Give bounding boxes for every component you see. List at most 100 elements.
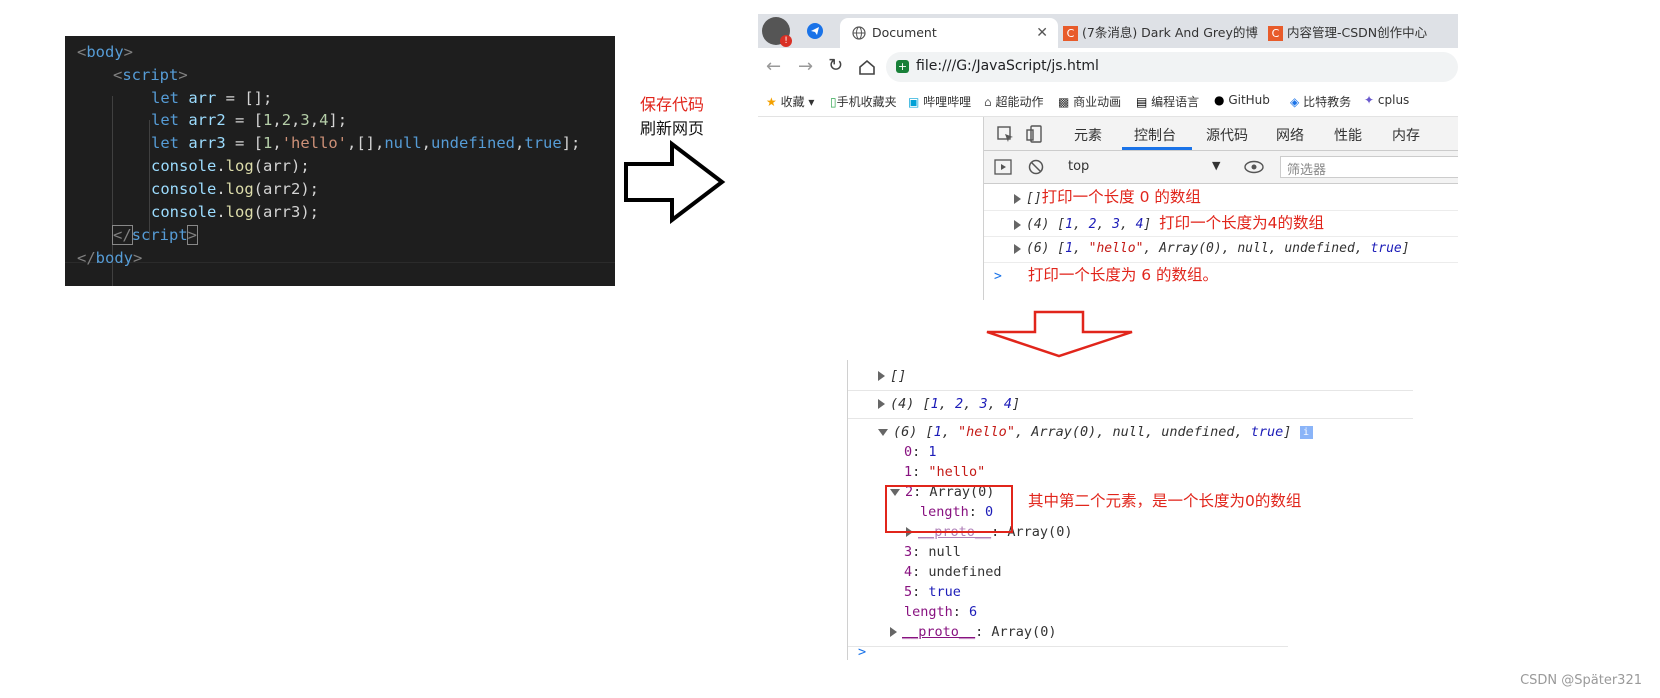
tv-icon: ▣ bbox=[908, 95, 920, 109]
devtools-tabs: 元素 控制台 源代码 网络 性能 内存 bbox=[984, 117, 1458, 151]
console-row-empty[interactable]: [] bbox=[878, 366, 906, 386]
code-line-body-close: </body> bbox=[77, 249, 143, 267]
devtools-tab-performance[interactable]: 性能 bbox=[1334, 125, 1362, 145]
forward-icon[interactable]: → bbox=[798, 56, 813, 77]
expand-icon[interactable] bbox=[1014, 243, 1021, 254]
console-filter-input[interactable]: 筛选器 bbox=[1280, 156, 1458, 178]
console-toolbar: top ▼ 筛选器 bbox=[984, 151, 1458, 184]
devtools-tab-console[interactable]: 控制台 bbox=[1134, 125, 1176, 145]
code-line-arr3: let arr3 = [1,'hello',[],null,undefined,… bbox=[151, 134, 581, 152]
address-bar[interactable]: + file:///G:/JavaScript/js.html bbox=[886, 52, 1458, 82]
console-row-arr2[interactable]: (4) [1, 2, 3, 4] bbox=[878, 394, 1020, 414]
expand-icon[interactable] bbox=[890, 627, 897, 637]
code-line-log-arr2: console.log(arr2); bbox=[151, 180, 319, 198]
reload-icon[interactable]: ↻ bbox=[828, 55, 843, 76]
bookmark-bite[interactable]: ◈ 比特教务 bbox=[1290, 93, 1351, 110]
clear-console-icon[interactable] bbox=[1028, 159, 1044, 175]
device-toolbar-icon[interactable] bbox=[1026, 124, 1044, 144]
separator bbox=[848, 418, 1413, 419]
expand-icon[interactable] bbox=[878, 371, 885, 381]
toolbar: ← → ↻ + file:///G:/JavaScript/js.html bbox=[758, 48, 1458, 86]
code-line-arr: let arr = []; bbox=[151, 89, 273, 107]
prop-0: 0: 1 bbox=[904, 444, 937, 460]
devtools-tab-memory[interactable]: 内存 bbox=[1392, 125, 1420, 145]
nested-array-note: 其中第二个元素，是一个长度为0的数组 bbox=[1028, 492, 1302, 510]
inspect-element-icon[interactable] bbox=[996, 125, 1014, 143]
tab-csdn-content[interactable]: C 内容管理-CSDN创作中心 bbox=[1268, 18, 1458, 48]
tab-csdn-messages[interactable]: C (7条消息) Dark And Grey的博 bbox=[1063, 18, 1263, 48]
code-icon: ▤ bbox=[1136, 95, 1148, 109]
expand-icon[interactable] bbox=[1014, 193, 1021, 204]
devtools-panel: 元素 控制台 源代码 网络 性能 内存 top ▼ 筛选器 []打印一个长度 0… bbox=[983, 117, 1458, 300]
bookmark-programming[interactable]: ▤ 编程语言 bbox=[1136, 93, 1199, 110]
console-row-empty[interactable]: []打印一个长度 0 的数组 bbox=[984, 184, 1458, 211]
bookmark-github[interactable]: ● GitHub bbox=[1214, 93, 1270, 107]
save-code-label: 保存代码 bbox=[640, 95, 705, 114]
phone-icon: ▯ bbox=[830, 95, 837, 109]
tab-strip: ! Document ✕ C (7条消息) Dark And Grey的博 C 内容… bbox=[758, 14, 1458, 48]
code-line-log-arr3: console.log(arr3); bbox=[151, 203, 319, 221]
back-icon[interactable]: ← bbox=[766, 56, 781, 77]
bookmarks-bar: ★ 收藏 ▾ ▯手机收藏夹 ▣ 哔哩哔哩 ⌂ 超能动作 ▩ 商业动画 ▤ 编程语… bbox=[758, 86, 1458, 117]
info-icon[interactable]: i bbox=[1299, 425, 1313, 439]
expand-icon[interactable] bbox=[878, 399, 885, 409]
tab-title: Document bbox=[872, 25, 937, 40]
eye-icon[interactable] bbox=[1244, 160, 1264, 174]
right-arrow-icon bbox=[624, 140, 726, 224]
url-text: file:///G:/JavaScript/js.html bbox=[916, 58, 1099, 74]
bookmark-anime[interactable]: ⌂ 超能动作 bbox=[984, 93, 1043, 110]
tab-document[interactable]: Document ✕ bbox=[840, 18, 1058, 48]
expand-icon[interactable] bbox=[1014, 219, 1021, 230]
browser-window: ! Document ✕ C (7条消息) Dark And Grey的博 C 内容… bbox=[758, 14, 1458, 300]
code-editor: <body> <script> let arr = []; let arr2 =… bbox=[65, 36, 615, 286]
context-dropdown-icon[interactable]: ▼ bbox=[1212, 159, 1220, 172]
home-icon[interactable] bbox=[858, 58, 876, 76]
highlight-box bbox=[885, 485, 1013, 533]
console-row-arr3[interactable]: (6) [1, "hello", Array(0), null, undefin… bbox=[878, 422, 1313, 442]
separator bbox=[848, 646, 1288, 647]
watermark: CSDN @Später321 bbox=[1520, 673, 1642, 688]
devtools-tab-sources[interactable]: 源代码 bbox=[1206, 125, 1248, 145]
bookmark-favorites[interactable]: ★ 收藏 ▾ bbox=[766, 93, 814, 110]
current-line-highlight bbox=[65, 262, 615, 286]
bookmark-icon: ◈ bbox=[1290, 95, 1300, 109]
image-icon: ▩ bbox=[1058, 95, 1070, 109]
telegram-icon[interactable] bbox=[806, 22, 824, 40]
bookmark-mobile[interactable]: ▯手机收藏夹 bbox=[830, 93, 897, 110]
bookmark-bilibili[interactable]: ▣ 哔哩哔哩 bbox=[908, 93, 971, 110]
prop-proto[interactable]: __proto__: Array(0) bbox=[890, 622, 1056, 642]
csdn-logo-icon: C bbox=[1063, 26, 1078, 41]
github-icon: ● bbox=[1214, 93, 1225, 107]
star-icon: ★ bbox=[766, 95, 777, 109]
globe-icon bbox=[852, 26, 866, 40]
code-line-script-open: <script> bbox=[113, 66, 188, 84]
prompt-chevron-icon[interactable]: > bbox=[858, 642, 866, 662]
down-arrow-icon bbox=[986, 310, 1133, 358]
bookmark-business[interactable]: ▩ 商业动画 bbox=[1058, 93, 1121, 110]
prop-3: 3: null bbox=[904, 544, 961, 560]
close-tab-icon[interactable]: ✕ bbox=[1036, 18, 1048, 48]
prop-length: length: 6 bbox=[904, 604, 978, 620]
sidebar-toggle-icon[interactable] bbox=[994, 159, 1012, 175]
console-prompt-row[interactable]: > 打印一个长度为 6 的数组。 bbox=[984, 262, 1458, 288]
devtools-tab-network[interactable]: 网络 bbox=[1276, 125, 1304, 145]
context-selector[interactable]: top bbox=[1068, 159, 1089, 174]
code-line-log-arr: console.log(arr); bbox=[151, 157, 310, 175]
prompt-chevron-icon: > bbox=[994, 269, 1002, 284]
prop-5: 5: true bbox=[904, 584, 961, 600]
cplus-icon: ✦ bbox=[1364, 93, 1375, 107]
separator bbox=[848, 390, 1413, 391]
csdn-logo-icon: C bbox=[1268, 26, 1283, 41]
devtools-tab-elements[interactable]: 元素 bbox=[1074, 125, 1102, 145]
prop-1: 1: "hello" bbox=[904, 464, 986, 480]
indent-guide bbox=[149, 120, 150, 240]
code-line-script-close: </script> bbox=[112, 225, 199, 245]
console-row-arr2[interactable]: (4) [1, 2, 3, 4] 打印一个长度为4的数组 bbox=[984, 210, 1458, 237]
profile-alert-badge: ! bbox=[780, 35, 792, 47]
site-info-icon[interactable]: + bbox=[896, 60, 909, 73]
code-line-arr2: let arr2 = [1,2,3,4]; bbox=[151, 111, 348, 129]
folder-icon: ⌂ bbox=[984, 95, 992, 109]
console-row-arr3[interactable]: (6) [1, "hello", Array(0), null, undefin… bbox=[984, 236, 1458, 263]
collapse-icon[interactable] bbox=[878, 428, 888, 436]
bookmark-cplus[interactable]: ✦ cplus bbox=[1364, 93, 1409, 107]
